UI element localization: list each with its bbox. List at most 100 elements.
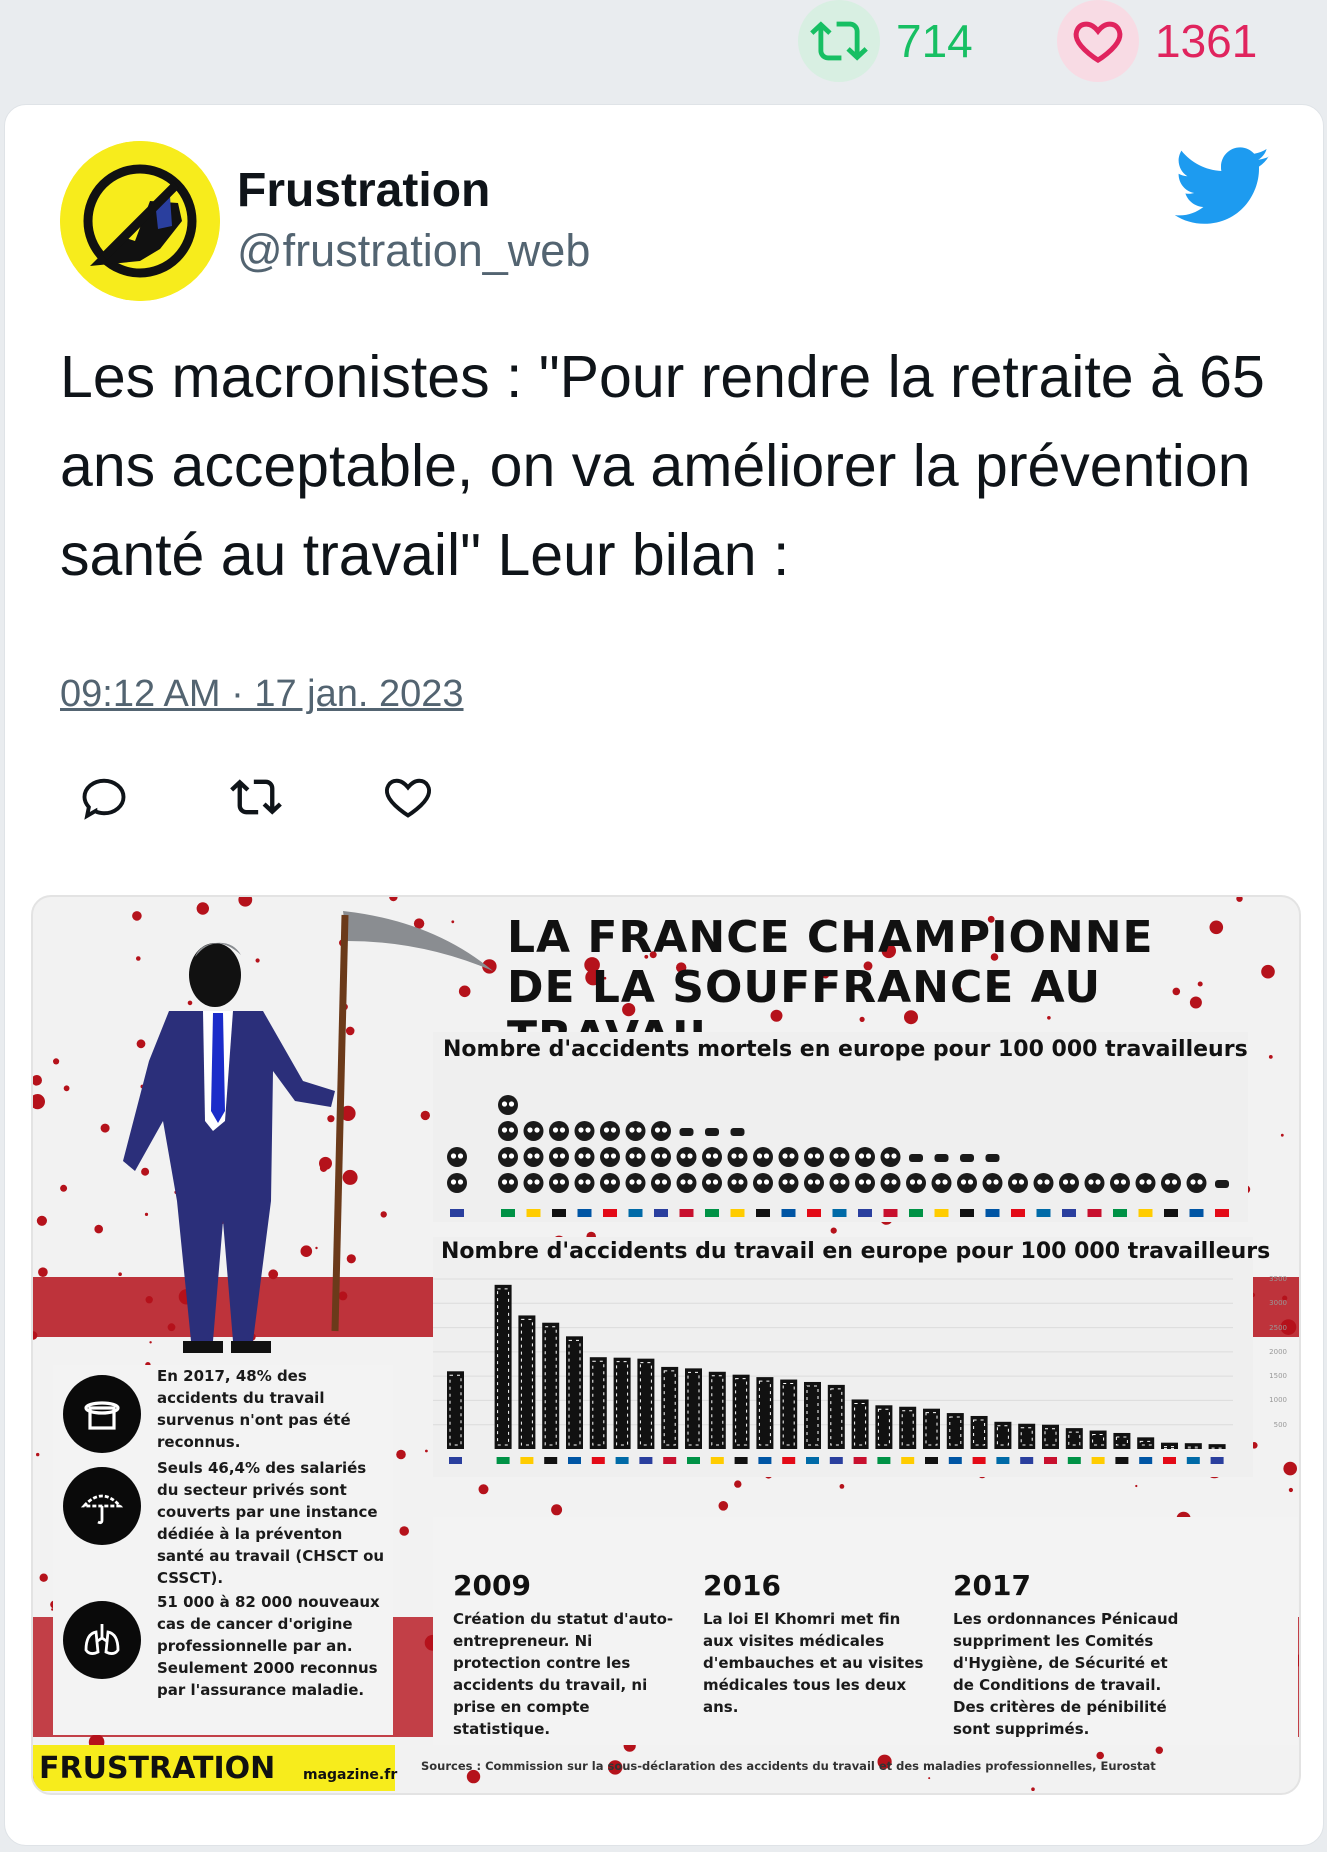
fatal-accidents-chart <box>447 1095 1229 1217</box>
tweet-timestamp[interactable]: 09:12 AM · 17 jan. 2023 <box>60 673 464 716</box>
blood-drop <box>1283 1461 1297 1476</box>
country-flag <box>1164 1209 1178 1217</box>
skull-mark <box>651 1147 671 1167</box>
facts-box: En 2017, 48% des accidents du travail su… <box>53 1365 393 1735</box>
retweet-icon <box>230 771 282 828</box>
bar <box>1137 1437 1155 1449</box>
country-flag <box>853 1457 867 1464</box>
blood-drop <box>734 1480 742 1488</box>
work-accidents-chart <box>433 1278 1233 1464</box>
twitter-bird-icon[interactable] <box>1174 147 1271 232</box>
country-flag <box>832 1209 847 1217</box>
fact-text: 51 000 à 82 000 nouveaux cas de cancer d… <box>157 1593 380 1699</box>
skull-eye <box>501 1179 508 1185</box>
y-tick-label: 2500 <box>1269 1323 1287 1332</box>
skull-mark <box>702 1173 722 1193</box>
skull-eye <box>967 1179 974 1185</box>
title-line-1: LA FRANCE CHAMPIONNE <box>507 912 1154 963</box>
country-flag <box>781 1209 796 1217</box>
skull-eye <box>865 1153 872 1159</box>
skull-eye <box>807 1153 814 1159</box>
country-flag <box>591 1457 605 1464</box>
reply-icon <box>78 771 130 828</box>
like-stat[interactable]: 1361 <box>1057 0 1257 82</box>
author-handle[interactable]: @frustration_web <box>237 225 590 277</box>
blood-drop <box>718 1501 729 1511</box>
country-flag <box>687 1457 700 1464</box>
skull-mark <box>957 1173 977 1193</box>
skull-eye <box>782 1179 788 1185</box>
skull-eye <box>712 1179 719 1185</box>
skull-eye <box>680 1153 686 1159</box>
skull-eye <box>534 1127 540 1133</box>
skull-eye <box>960 1179 967 1185</box>
skull-mark <box>804 1173 824 1193</box>
fact-text: Seuls 46,4% des salariés du secteur priv… <box>157 1459 385 1587</box>
blood-drop <box>53 1058 60 1065</box>
skull-eye <box>942 1179 948 1185</box>
country-flag <box>526 1209 541 1217</box>
country-flag <box>1020 1457 1034 1464</box>
skull-mark <box>523 1173 544 1193</box>
retweet-stat[interactable]: 714 <box>798 0 973 82</box>
skull-eye <box>840 1179 846 1185</box>
skull-mark <box>549 1121 569 1141</box>
timeline-year: 2016 <box>703 1569 781 1602</box>
skull-mark <box>625 1121 646 1141</box>
skull-mark <box>880 1173 901 1193</box>
skull-eye <box>814 1153 821 1159</box>
skull-eye <box>661 1179 668 1185</box>
skull-mark <box>574 1173 595 1193</box>
bar <box>685 1368 702 1449</box>
skull-eye <box>865 1179 872 1185</box>
skull-eye <box>807 1179 814 1185</box>
skull-mark <box>447 1173 467 1193</box>
skull-mark <box>549 1147 569 1167</box>
skull-eye <box>1164 1179 1171 1185</box>
skull-eye <box>527 1127 533 1133</box>
blood-drop <box>1280 1133 1284 1137</box>
retweet-count: 714 <box>896 15 973 67</box>
skull-eye <box>578 1179 584 1185</box>
country-flag <box>807 1209 821 1217</box>
skull-mark-partial <box>730 1128 745 1136</box>
skull-eye <box>585 1179 591 1185</box>
reply-button[interactable] <box>60 769 212 829</box>
skull-eye <box>654 1127 661 1133</box>
skull-eye <box>986 1179 992 1185</box>
skull-eye <box>891 1153 897 1159</box>
country-flag <box>501 1209 515 1217</box>
skull-eye <box>687 1153 693 1159</box>
skull-eye <box>731 1179 737 1185</box>
skull-mark <box>498 1121 518 1141</box>
skull-eye <box>789 1179 795 1185</box>
tweet-image[interactable]: LA FRANCE CHAMPIONNE DE LA SOUFFRANCE AU… <box>31 895 1301 1795</box>
skull-eye <box>680 1179 686 1185</box>
skull-eye <box>552 1153 559 1159</box>
author-name[interactable]: Frustration <box>237 163 490 218</box>
skull-mark <box>1110 1173 1130 1193</box>
blood-drop <box>1155 1746 1164 1754</box>
retweet-button[interactable] <box>212 769 364 829</box>
country-flag <box>883 1209 898 1217</box>
country-flag <box>449 1457 462 1464</box>
country-flag <box>782 1457 796 1464</box>
skull-mark <box>855 1147 875 1167</box>
country-flag <box>758 1457 772 1464</box>
country-flag <box>1044 1457 1057 1464</box>
timeline-2009: 2009 Création du statut d'auto-entrepren… <box>453 1569 683 1740</box>
skull-mark <box>549 1173 569 1193</box>
skull-eye <box>909 1179 916 1185</box>
skull-eye <box>1095 1179 1101 1185</box>
like-button[interactable] <box>364 769 516 829</box>
country-flag <box>858 1209 872 1217</box>
skull-eye <box>731 1153 737 1159</box>
skull-eye <box>603 1153 610 1159</box>
blood-drop <box>1031 1787 1035 1791</box>
blood-drop <box>60 1184 68 1192</box>
skull-eye <box>585 1153 591 1159</box>
skull-eye <box>738 1179 744 1185</box>
timeline-2017: 2017 Les ordonnances Pénicaud suppriment… <box>953 1569 1183 1740</box>
skull-eye <box>1037 1179 1043 1185</box>
avatar[interactable] <box>60 141 220 301</box>
